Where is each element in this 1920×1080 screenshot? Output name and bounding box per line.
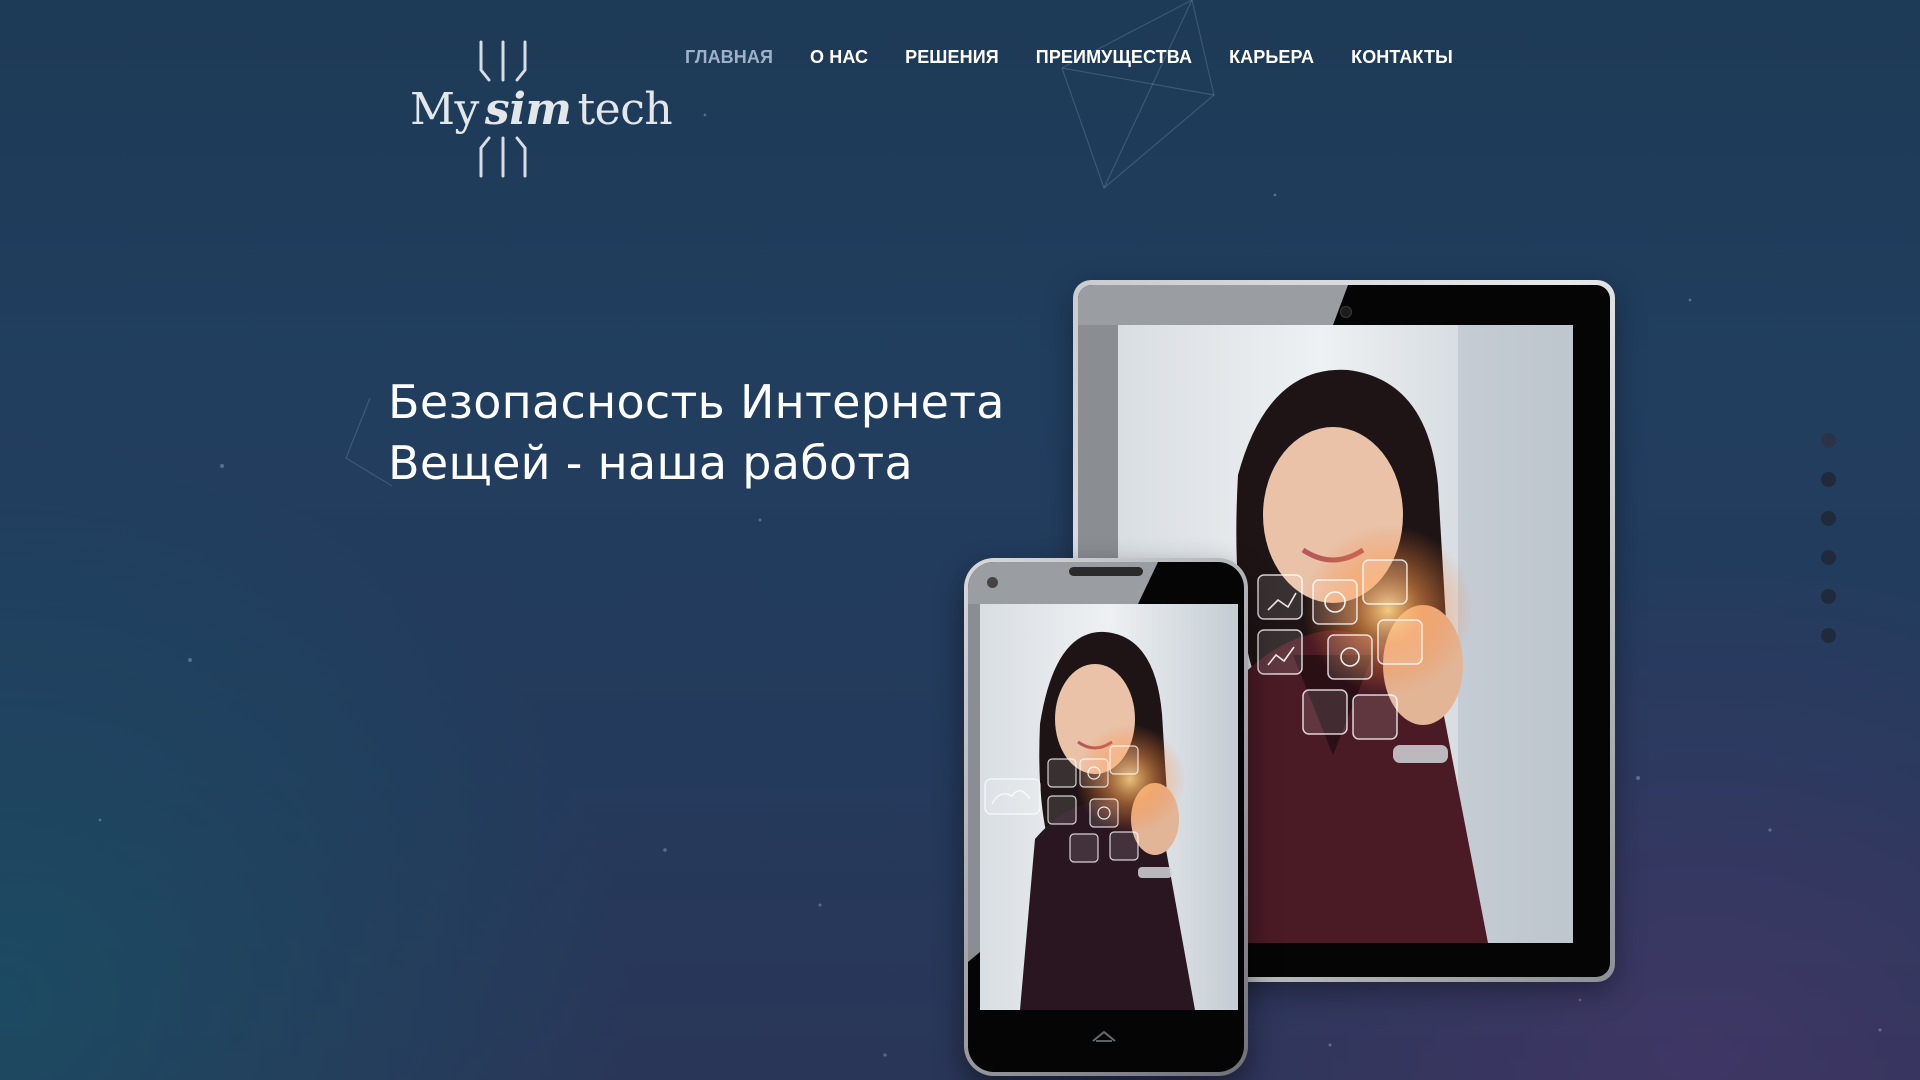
hero-title: Безопасность Интернета Вещей - наша рабо… <box>388 372 1028 494</box>
slider-dot-6[interactable] <box>1821 628 1836 643</box>
home-button-icon <box>1092 1031 1116 1042</box>
constellation-background <box>98 0 1882 1057</box>
nav-item-about[interactable]: О НАС <box>810 44 868 71</box>
nav-item-contacts[interactable]: КОНТАКТЫ <box>1351 44 1453 71</box>
slider-dot-4[interactable] <box>1821 550 1836 565</box>
phone-camera <box>987 577 998 588</box>
hero-stage: My sim tech ГЛАВНАЯ О НАС РЕШЕНИЯ ПРЕИМУЩЕ… <box>0 0 1920 1080</box>
hero-title-line-2: Вещей - наша работа <box>388 436 913 490</box>
slider-dot-3[interactable] <box>1821 511 1836 526</box>
logo-word-sim: sim <box>484 84 572 135</box>
nav-item-solutions[interactable]: РЕШЕНИЯ <box>905 44 999 71</box>
main-nav: ГЛАВНАЯ О НАС РЕШЕНИЯ ПРЕИМУЩЕСТВА КАРЬЕ… <box>685 44 1453 71</box>
brand-logo[interactable]: My sim tech <box>405 38 673 188</box>
slider-pagination <box>1821 433 1836 643</box>
phone-device-image <box>964 558 1248 1076</box>
logo-word-my: My <box>410 84 479 135</box>
phone-bezel <box>968 562 1244 1072</box>
slider-dot-1[interactable] <box>1821 433 1836 448</box>
logo-wordmark: My sim tech <box>410 82 673 138</box>
slider-dot-5[interactable] <box>1821 589 1836 604</box>
logo-word-tech: tech <box>577 84 673 135</box>
woman-touching-holographic-icons-image <box>980 604 1238 1010</box>
hero-title-line-1: Безопасность Интернета <box>388 375 1005 429</box>
tablet-camera <box>1340 306 1352 318</box>
nav-item-career[interactable]: КАРЬЕРА <box>1229 44 1314 71</box>
nav-item-advantages[interactable]: ПРЕИМУЩЕСТВА <box>1036 44 1192 71</box>
logo-bars-top-icon <box>479 40 527 82</box>
logo-bars-bottom-icon <box>479 136 527 178</box>
phone-speaker <box>1069 567 1143 576</box>
slider-dot-2[interactable] <box>1821 472 1836 487</box>
phone-screen <box>980 604 1238 1010</box>
nav-item-home[interactable]: ГЛАВНАЯ <box>685 44 773 71</box>
